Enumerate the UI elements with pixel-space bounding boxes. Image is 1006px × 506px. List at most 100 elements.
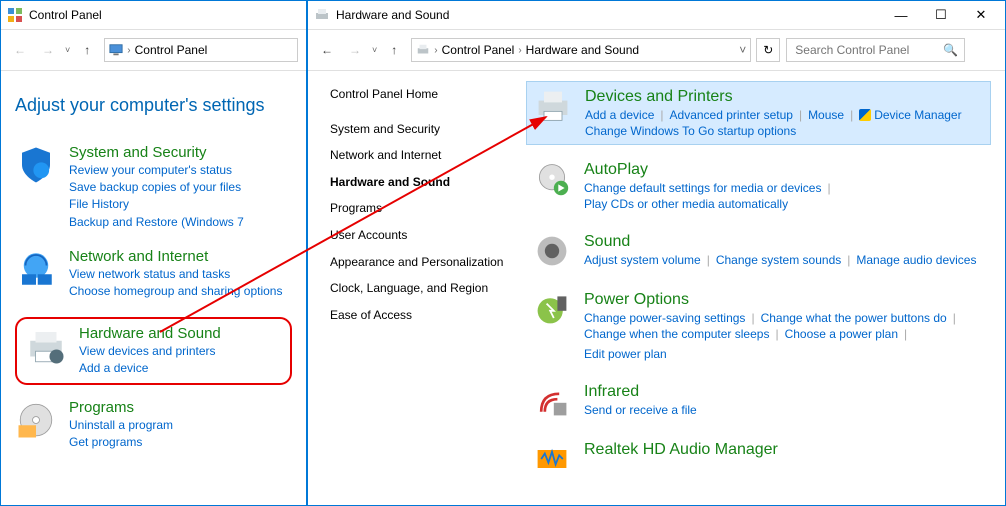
sidebar-item-programs[interactable]: Programs	[330, 201, 510, 217]
breadcrumb[interactable]: › Control Panel › Hardware and Sound ˅	[411, 38, 751, 62]
link-printer-setup[interactable]: Advanced printer setup	[670, 108, 793, 122]
navbar: ← → ˅ ↑ › Control Panel › Hardware and S…	[308, 30, 1005, 71]
link-change-sounds[interactable]: Change system sounds	[716, 253, 841, 267]
refresh-button[interactable]: ↻	[756, 38, 780, 62]
sidebar-item-network[interactable]: Network and Internet	[330, 148, 510, 164]
breadcrumb-item[interactable]: Control Panel	[135, 43, 208, 57]
link-power-buttons[interactable]: Change what the power buttons do	[761, 311, 947, 325]
realtek-icon	[534, 441, 570, 477]
link-edit-plan[interactable]: Edit power plan	[584, 347, 667, 361]
link-windows-to-go[interactable]: Change Windows To Go startup options	[585, 124, 796, 138]
section-devices-printers: Devices and Printers Add a device| Advan…	[526, 81, 991, 145]
infrared-icon	[534, 383, 570, 419]
category-link[interactable]: File History	[69, 196, 244, 212]
sidebar-item-hardware[interactable]: Hardware and Sound	[330, 175, 510, 191]
titlebar: Hardware and Sound — ☐ ✕	[308, 1, 1005, 30]
section-power: Power Options Change power-saving settin…	[526, 285, 991, 367]
navbar: ← → ˅ ↑ › Control Panel	[1, 30, 306, 71]
section-sound: Sound Adjust system volume| Change syste…	[526, 227, 991, 275]
section-realtek: Realtek HD Audio Manager	[526, 435, 991, 483]
search-input[interactable]	[793, 42, 937, 58]
link-volume[interactable]: Adjust system volume	[584, 253, 701, 267]
link-audio-devices[interactable]: Manage audio devices	[856, 253, 976, 267]
link-autoplay-cds[interactable]: Play CDs or other media automatically	[584, 197, 788, 211]
category-system-security: System and Security Review your computer…	[15, 144, 292, 230]
history-dropdown-icon[interactable]: ˅	[65, 45, 70, 55]
link-sleep[interactable]: Change when the computer sleeps	[584, 327, 769, 341]
main-panel: Devices and Printers Add a device| Advan…	[520, 71, 1005, 505]
power-icon	[534, 291, 570, 327]
category-link[interactable]: View network status and tasks	[69, 266, 282, 282]
speaker-icon	[534, 233, 570, 269]
link-send-receive[interactable]: Send or receive a file	[584, 403, 697, 417]
monitor-icon	[109, 43, 123, 57]
disc-play-icon	[534, 161, 570, 197]
breadcrumb-item[interactable]: Hardware and Sound	[526, 43, 639, 57]
section-title[interactable]: Realtek HD Audio Manager	[584, 441, 778, 459]
section-title[interactable]: Sound	[584, 233, 976, 251]
sidebar: Control Panel Home System and Security N…	[308, 71, 520, 505]
window-title: Hardware and Sound	[336, 8, 449, 22]
printer-icon	[25, 325, 67, 367]
link-mouse[interactable]: Mouse	[808, 108, 844, 122]
back-button[interactable]: ←	[9, 39, 31, 61]
close-button[interactable]: ✕	[963, 3, 999, 27]
control-panel-icon	[7, 7, 23, 23]
category-title[interactable]: Network and Internet	[69, 248, 282, 265]
category-title[interactable]: Programs	[69, 399, 173, 416]
search-icon: 🔍	[943, 43, 958, 57]
forward-button[interactable]: →	[344, 39, 366, 61]
titlebar: Control Panel	[1, 1, 306, 30]
link-power-saving[interactable]: Change power-saving settings	[584, 311, 745, 325]
annotation-highlight: Hardware and Sound View devices and prin…	[15, 317, 292, 384]
category-network: Network and Internet View network status…	[15, 248, 292, 299]
sidebar-item-home[interactable]: Control Panel Home	[330, 87, 510, 103]
section-title[interactable]: AutoPlay	[584, 161, 831, 179]
breadcrumb[interactable]: › Control Panel	[104, 38, 298, 62]
minimize-button[interactable]: —	[883, 3, 919, 27]
link-device-manager[interactable]: Device Manager	[859, 108, 961, 122]
link-add-device[interactable]: Add a device	[585, 108, 654, 122]
category-link[interactable]: Save backup copies of your files	[69, 179, 244, 195]
category-link[interactable]: Review your computer's status	[69, 162, 244, 178]
control-panel-window: Control Panel ← → ˅ ↑ › Control Panel Ad…	[0, 0, 307, 506]
sidebar-item-access[interactable]: Ease of Access	[330, 308, 510, 324]
breadcrumb-item[interactable]: Control Panel	[442, 43, 515, 57]
category-link[interactable]: Backup and Restore (Windows 7	[69, 214, 244, 230]
section-autoplay: AutoPlay Change default settings for med…	[526, 155, 991, 217]
sidebar-item-appearance[interactable]: Appearance and Personalization	[330, 255, 510, 271]
back-button[interactable]: ←	[316, 39, 338, 61]
section-infrared: Infrared Send or receive a file	[526, 377, 991, 425]
printer-icon	[416, 43, 430, 57]
shield-icon	[15, 144, 57, 186]
section-title[interactable]: Devices and Printers	[585, 88, 962, 106]
category-title[interactable]: Hardware and Sound	[79, 325, 221, 342]
search-box[interactable]: 🔍	[786, 38, 965, 62]
category-link[interactable]: Uninstall a program	[69, 417, 173, 433]
sidebar-item-system[interactable]: System and Security	[330, 122, 510, 138]
category-link[interactable]: Choose homegroup and sharing options	[69, 283, 282, 299]
category-hardware-sound: Hardware and Sound View devices and prin…	[25, 325, 282, 376]
section-title[interactable]: Power Options	[584, 291, 983, 309]
printer-icon	[535, 88, 571, 124]
forward-button[interactable]: →	[37, 39, 59, 61]
disc-icon	[15, 399, 57, 441]
window-title: Control Panel	[29, 8, 102, 22]
maximize-button[interactable]: ☐	[923, 3, 959, 27]
category-link[interactable]: View devices and printers	[79, 343, 221, 359]
content-area: Adjust your computer's settings System a…	[1, 71, 306, 478]
section-title[interactable]: Infrared	[584, 383, 697, 401]
sidebar-item-clock[interactable]: Clock, Language, and Region	[330, 281, 510, 297]
up-button[interactable]: ↑	[76, 39, 98, 61]
printer-icon	[314, 7, 330, 23]
sidebar-item-users[interactable]: User Accounts	[330, 228, 510, 244]
up-button[interactable]: ↑	[383, 39, 405, 61]
link-autoplay-defaults[interactable]: Change default settings for media or dev…	[584, 181, 821, 195]
category-title[interactable]: System and Security	[69, 144, 244, 161]
category-link[interactable]: Get programs	[69, 434, 173, 450]
category-link[interactable]: Add a device	[79, 360, 221, 376]
link-choose-plan[interactable]: Choose a power plan	[785, 327, 898, 341]
history-dropdown-icon[interactable]: ˅	[372, 45, 377, 55]
globe-icon	[15, 248, 57, 290]
page-heading: Adjust your computer's settings	[15, 95, 292, 116]
